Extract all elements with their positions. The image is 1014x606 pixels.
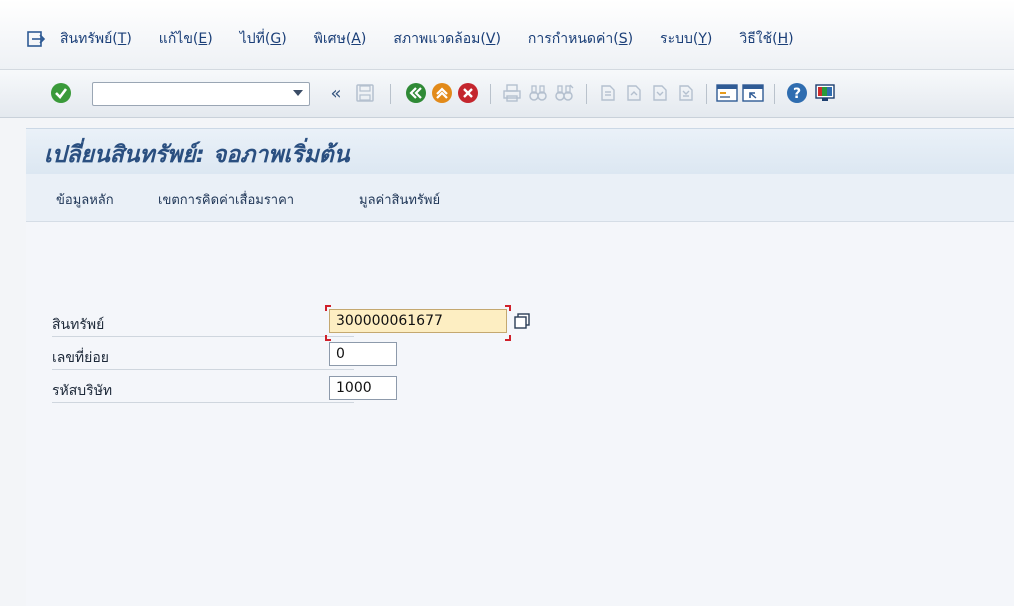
menu-item-label: วิธีใช้ <box>739 31 773 47</box>
first-page-icon[interactable] <box>596 80 620 106</box>
save-icon[interactable] <box>352 80 378 106</box>
company-code-label: รหัสบริษัท <box>52 383 113 399</box>
menu-item-label: การกำหนดค่า <box>527 31 614 47</box>
menu-expand-icon[interactable] <box>26 30 46 48</box>
create-session-icon[interactable] <box>714 80 740 106</box>
menu-edit[interactable]: แก้ไข(E) <box>159 28 213 50</box>
subnumber-field[interactable]: 0 <box>329 342 397 366</box>
enter-icon[interactable] <box>48 80 74 106</box>
field-focus-corner <box>325 335 331 341</box>
help-icon[interactable]: ? <box>784 80 810 106</box>
menu-item-label: ไปที่ <box>239 31 265 47</box>
menu-item-label: แก้ไข <box>158 31 193 47</box>
menu-item-label: พิเศษ <box>313 31 346 47</box>
menu-settings[interactable]: การกำหนดค่า(S) <box>528 28 633 50</box>
menu-item-mnemonic: H <box>777 31 789 47</box>
standard-toolbar: « ? <box>0 70 1014 118</box>
last-page-icon[interactable] <box>674 80 698 106</box>
menu-item-mnemonic: V <box>485 31 496 47</box>
label-underline <box>52 336 354 337</box>
back-chevrons-icon[interactable]: « <box>326 80 346 106</box>
find-next-icon[interactable] <box>552 80 576 106</box>
generate-shortcut-icon[interactable] <box>740 80 766 106</box>
cancel-icon[interactable] <box>456 80 480 106</box>
menu-item-label: ระบบ <box>660 31 693 47</box>
menu-extras[interactable]: พิเศษ(A) <box>314 28 367 50</box>
subnumber-label: เลขที่ย่อย <box>52 350 109 366</box>
menu-item-mnemonic: G <box>270 31 282 47</box>
menu-asset[interactable]: สินทรัพย์(T) <box>60 28 132 50</box>
command-dropdown-icon[interactable] <box>286 80 310 106</box>
print-icon[interactable] <box>500 80 524 106</box>
menu-bar: สินทรัพย์(T) แก้ไข(E) ไปที่(G) พิเศษ(A) สภาพ… <box>0 0 1014 70</box>
label-underline <box>52 369 354 370</box>
master-data-button[interactable]: ข้อมูลหลัก <box>56 189 114 210</box>
previous-page-icon[interactable] <box>622 80 646 106</box>
menu-item-label: สินทรัพย์ <box>60 31 113 47</box>
title-band: เปลี่ยนสินทรัพย์: จอภาพเริ่มต้น <box>26 128 1014 174</box>
content-area: สินทรัพย์ 300000061677 เลขที่ย่อย 0 รหัส… <box>26 222 1014 606</box>
toolbar-separator <box>774 84 775 104</box>
find-icon[interactable] <box>526 80 550 106</box>
asset-values-button[interactable]: มูลค่าสินทรัพย์ <box>359 189 440 210</box>
menu-item-mnemonic: A <box>351 31 361 47</box>
menu-goto[interactable]: ไปที่(G) <box>240 28 287 50</box>
toolbar-separator <box>706 84 707 104</box>
value-help-icon[interactable] <box>513 312 531 330</box>
screen-title: เปลี่ยนสินทรัพย์: จอภาพเริ่มต้น <box>44 142 350 168</box>
field-focus-corner <box>505 335 511 341</box>
command-field[interactable] <box>92 82 310 106</box>
svg-text:?: ? <box>793 86 801 102</box>
menu-item-mnemonic: S <box>618 31 628 47</box>
menu-item-mnemonic: T <box>117 31 127 47</box>
menu-environment[interactable]: สภาพแวดล้อม(V) <box>393 28 501 50</box>
menu-item-label: สภาพแวดล้อม <box>393 31 481 47</box>
depreciation-areas-button[interactable]: เขตการคิดค่าเสื่อมราคา <box>158 189 294 210</box>
menu-item-mnemonic: Y <box>698 31 707 47</box>
toolbar-separator <box>490 84 491 104</box>
toolbar-separator <box>390 84 391 104</box>
exit-icon[interactable] <box>430 80 454 106</box>
menu-item-mnemonic: E <box>198 31 208 47</box>
back-icon[interactable] <box>404 80 428 106</box>
application-toolbar: ข้อมูลหลัก เขตการคิดค่าเสื่อมราคา มูลค่า… <box>26 174 1014 222</box>
asset-number-field[interactable]: 300000061677 <box>329 309 507 333</box>
next-page-icon[interactable] <box>648 80 672 106</box>
menu-help[interactable]: วิธีใช้(H) <box>739 28 793 50</box>
company-code-field[interactable]: 1000 <box>329 376 397 400</box>
menu-row: สินทรัพย์(T) แก้ไข(E) ไปที่(G) พิเศษ(A) สภาพ… <box>26 28 821 50</box>
toolbar-separator <box>586 84 587 104</box>
menu-system[interactable]: ระบบ(Y) <box>660 28 712 50</box>
customize-layout-icon[interactable] <box>812 80 838 106</box>
field-focus-corner <box>325 305 331 311</box>
field-focus-corner <box>505 305 511 311</box>
asset-label: สินทรัพย์ <box>52 317 105 333</box>
label-underline <box>52 402 354 403</box>
